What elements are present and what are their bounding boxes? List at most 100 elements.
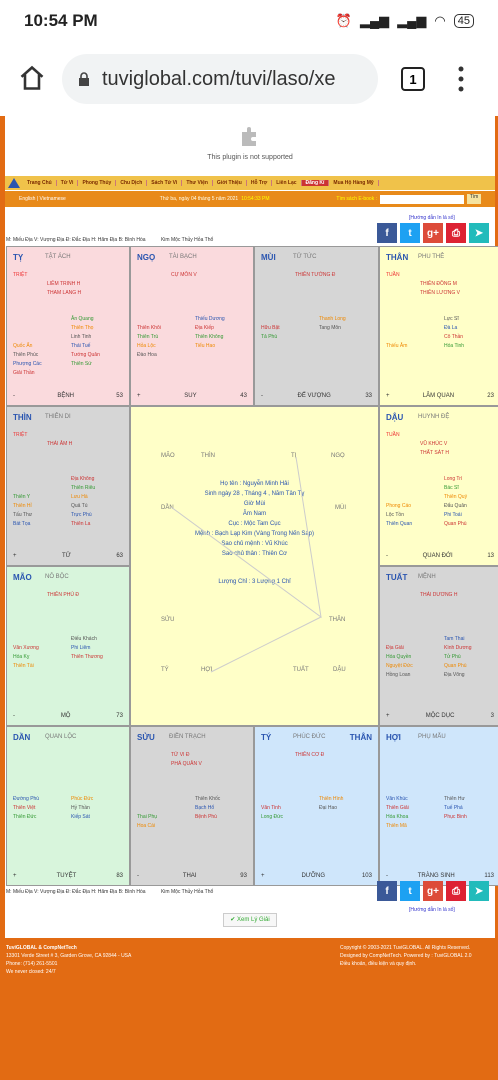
star-label: Hóa Khoa <box>386 814 409 820</box>
nav-item[interactable]: Trang Chủ <box>23 180 57 186</box>
life-stage: MỘC DỤC <box>425 713 455 719</box>
star-label: THAM LANG H <box>47 290 82 296</box>
age-start: 13 <box>487 553 494 559</box>
star-label: Lộc Tồn <box>386 512 404 518</box>
nav-item[interactable]: Phong Thủy <box>78 180 117 186</box>
language-switch[interactable]: English | Vietnamese <box>19 196 66 202</box>
nav-item[interactable]: Chu Dịch <box>116 180 148 186</box>
age-start: 73 <box>116 713 123 719</box>
google-plus-icon[interactable]: g+ <box>423 223 443 243</box>
star-label: Tả Phù <box>261 334 278 340</box>
palace-name: MỆNH <box>418 574 436 580</box>
star-label: THIÊN LƯƠNG V <box>420 290 460 296</box>
tab-switcher-button[interactable]: 1 <box>401 67 425 91</box>
star-label: Thiên Không <box>195 334 224 340</box>
star-label: Giải Thần <box>13 370 35 376</box>
nav-item[interactable]: Thư Viện <box>182 180 213 186</box>
palace-name: HUYNH ĐỆ <box>418 414 450 420</box>
palace-branch: NGỌ <box>137 253 156 262</box>
view-interpretation-button[interactable]: ✔ Xem Lý Giải <box>223 913 277 927</box>
star-label: Thiên Việt <box>13 805 36 811</box>
more-menu-icon[interactable] <box>456 64 466 94</box>
polarity: - <box>386 553 388 559</box>
star-label: Phi Liêm <box>71 645 91 651</box>
twitter-icon[interactable]: t <box>400 223 420 243</box>
star-label: Địa Không <box>71 476 95 482</box>
print-guide-link-bottom[interactable]: [Hướng dẫn In lá số] <box>409 907 455 913</box>
nav-item[interactable]: Hỗ Trợ <box>247 180 273 186</box>
palace-footer: + SUY 43 <box>137 393 247 399</box>
print-guide-link-top[interactable]: [Hướng dẫn In lá số] <box>409 215 455 221</box>
palace-footer: + MỘC DỤC 3 <box>386 713 494 719</box>
palace-branch: TỴ <box>13 253 24 262</box>
footer-terms-link[interactable]: Điều khoản, điều kiện và quy định. <box>340 960 472 968</box>
ebook-search-button[interactable]: Tìm <box>467 194 481 204</box>
age-start: 43 <box>240 393 247 399</box>
star-label: Tiểu Hao <box>195 343 216 349</box>
home-icon[interactable] <box>18 64 46 92</box>
star-label: Thiên Trù <box>137 334 159 340</box>
life-stage: DƯỠNG <box>301 873 326 879</box>
star-label: Bát Tọa <box>13 521 31 527</box>
web-page: This plugin is not supported Trang Chủ Tử… <box>0 116 498 1080</box>
star-label: Phúc Đức <box>71 796 94 802</box>
polarity: + <box>261 873 265 879</box>
palace-cell: SỬU ĐIỀN TRẠCH TỬ VI Đ PHÁ QUÂN V Thai Phụ Ho… <box>130 726 254 886</box>
signal-icon: ▂▄▆ <box>359 13 390 28</box>
star-label: Thiên Y <box>13 494 31 500</box>
life-stage: QUAN ĐỚI <box>422 553 453 559</box>
palace-branch: THÂN <box>386 253 409 262</box>
star-label: Thanh Long <box>319 316 346 322</box>
check-icon: ✔ <box>230 917 237 923</box>
site-logo-icon <box>8 178 20 188</box>
palace-cell: DẬU HUYNH ĐỆ TUẦN VŨ KHÚC V THẤT SÁT H Phong … <box>379 406 498 566</box>
nav-item[interactable]: Mua Hộ Hàng Mỹ <box>329 180 379 186</box>
facebook-icon[interactable]: f <box>377 223 397 243</box>
nav-item[interactable]: Tử Vi <box>57 180 79 186</box>
star-label: Phục Binh <box>444 814 467 820</box>
palace-cell: TUẤT MỆNH THÁI DƯƠNG H Địa Giải Hóa Quyền Ngu… <box>379 566 498 726</box>
print-icon[interactable]: ⎙ <box>446 881 466 901</box>
star-label: Hồng Loan <box>386 672 411 678</box>
star-label: Bác Sĩ <box>444 485 459 491</box>
nav-item[interactable]: Giới Thiệu <box>213 180 247 186</box>
star-label: Quả Tú <box>71 503 88 509</box>
palace-footer: - THAI 93 <box>137 873 247 879</box>
palace-name: TÀI BẠCH <box>169 254 197 260</box>
legend-text: M: Miếu Địa V: Vượng Địa Đ: Đắc Địa H: H… <box>6 889 146 895</box>
palace-branch: DẦN <box>13 733 31 742</box>
palace-name: PHÚC ĐỨC <box>293 734 326 740</box>
footer: TuviGLOBAL & CompNetTech 13301 Verde Str… <box>0 938 498 994</box>
palace-branch: THÌN <box>13 413 32 422</box>
google-plus-icon[interactable]: g+ <box>423 881 443 901</box>
palace-footer: + LÂM QUAN 23 <box>386 393 494 399</box>
ebook-search-input[interactable] <box>380 194 464 204</box>
twitter-icon[interactable]: t <box>400 881 420 901</box>
palace-name: NÔ BỘC <box>45 574 69 580</box>
telegram-icon[interactable]: ➤ <box>469 881 489 901</box>
life-stage: LÂM QUAN <box>422 393 455 399</box>
star-label: Kình Dương <box>444 645 472 651</box>
star-label: Ân Quang <box>71 316 94 322</box>
print-icon[interactable]: ⎙ <box>446 223 466 243</box>
star-label: Thiên Tài <box>13 663 34 669</box>
palace-branch: TÝ <box>261 733 272 742</box>
star-label: Địa Giải <box>386 645 404 651</box>
star-label: Hóa Kỵ <box>13 654 30 660</box>
star-label: Quan Phù <box>444 521 467 527</box>
palace-name: PHỤ MẪU <box>418 734 446 740</box>
nav-item[interactable]: Sách Tử Vi <box>147 180 183 186</box>
star-label: Hóa Quyền <box>386 654 412 660</box>
telegram-icon[interactable]: ➤ <box>469 223 489 243</box>
polarity: - <box>13 713 15 719</box>
nav-item[interactable]: Đăng Kí <box>301 180 330 186</box>
url-bar[interactable]: tuviglobal.com/tuvi/laso/xe <box>62 54 378 104</box>
nav-item[interactable]: Liên Lạc <box>272 180 302 186</box>
star-label: Đẩu Quân <box>444 503 467 509</box>
star-label: Lưu Hà <box>71 494 88 500</box>
age-start: 23 <box>487 393 494 399</box>
facebook-icon[interactable]: f <box>377 881 397 901</box>
star-label: Thiên Khôi <box>137 325 161 331</box>
star-label: Thiên Sứ <box>71 361 92 367</box>
star-label: Đại Hao <box>319 805 338 811</box>
